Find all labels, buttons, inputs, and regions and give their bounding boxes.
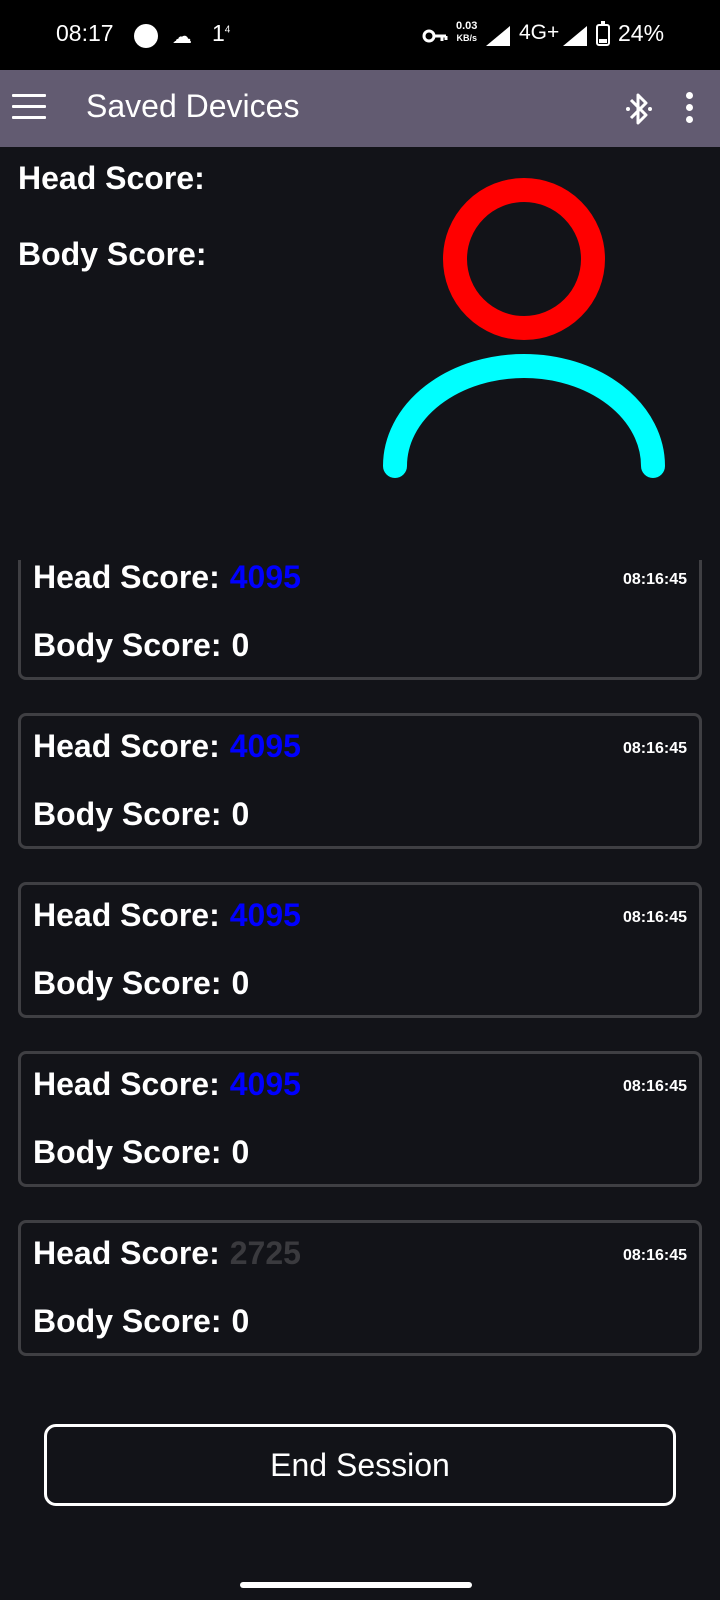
body-score-label: Body Score: <box>33 1303 222 1339</box>
body-score-label: Body Score: <box>33 627 222 663</box>
vpn-key-icon <box>422 29 448 43</box>
current-head-score-label: Head Score: <box>18 160 205 196</box>
reading-card: Head Score: 4095 Body Score: 0 08:16:45 <box>18 713 702 849</box>
body-score-label: Body Score: <box>33 965 222 1001</box>
reading-timestamp: 08:16:45 <box>622 740 687 757</box>
net-speed: 0.03 KB/s <box>456 20 478 43</box>
end-session-button[interactable]: End Session <box>44 1424 676 1506</box>
body-score-label: Body Score: <box>33 796 222 832</box>
battery-percent: 24% <box>618 20 665 46</box>
status-bar: 08:17 ☁ 14 0.03 KB/s 4G+ 24% <box>0 0 720 70</box>
reading-timestamp: 08:16:45 <box>622 1247 687 1264</box>
body-score-value: 0 <box>231 965 250 1001</box>
reading-card: Head Score: 4095 Body Score: 0 08:16:45 <box>18 1051 702 1187</box>
head-score-value: 4095 <box>229 1066 301 1102</box>
signal-icon <box>563 26 587 46</box>
head-score-value: 4095 <box>229 560 301 595</box>
reading-timestamp: 08:16:45 <box>622 1078 687 1095</box>
reading-card: Head Score: 4095 Body Score: 0 08:16:45 <box>18 882 702 1018</box>
avatar-body <box>383 354 665 478</box>
signal-icon <box>486 26 510 46</box>
avatar <box>383 178 665 478</box>
notification-count: 14 <box>212 20 231 46</box>
current-body-score-label: Body Score: <box>18 236 207 272</box>
head-score-label: Head Score: <box>33 560 220 595</box>
body-score-value: 0 <box>231 1303 250 1339</box>
more-vert-icon[interactable] <box>680 92 698 126</box>
body-score-label: Body Score: <box>33 1134 222 1170</box>
reading-timestamp: 08:16:45 <box>622 909 687 926</box>
reading-card: Head Score: 4095 Body Score: 0 08:16:45 <box>18 560 702 680</box>
page-title: Saved Devices <box>86 88 300 124</box>
menu-icon[interactable] <box>12 94 46 122</box>
reading-card: Head Score: 2725 Body Score: 0 08:16:45 <box>18 1220 702 1356</box>
bluetooth-icon[interactable] <box>624 90 654 128</box>
head-score-value: 4095 <box>229 897 301 933</box>
body-score-value: 0 <box>231 627 250 663</box>
head-score-label: Head Score: <box>33 1235 220 1271</box>
cloud-icon: ☁ <box>172 26 192 48</box>
reading-timestamp: 08:16:45 <box>622 571 687 588</box>
readings-list[interactable]: Head Score: 4095 Body Score: 0 08:16:45 He… <box>0 560 720 1380</box>
gesture-nav-handle[interactable] <box>240 1582 472 1588</box>
network-type: 4G+ <box>519 21 560 44</box>
head-score-label: Head Score: <box>33 728 220 764</box>
body-score-value: 0 <box>231 796 250 832</box>
notification-dot-icon <box>134 24 158 48</box>
head-score-value: 4095 <box>229 728 301 764</box>
avatar-head <box>443 178 605 340</box>
head-score-label: Head Score: <box>33 897 220 933</box>
app-bar: Saved Devices <box>0 70 720 147</box>
status-time: 08:17 <box>56 20 114 46</box>
battery-icon <box>596 21 610 46</box>
head-score-value: 2725 <box>229 1235 301 1271</box>
body-score-value: 0 <box>231 1134 250 1170</box>
head-score-label: Head Score: <box>33 1066 220 1102</box>
